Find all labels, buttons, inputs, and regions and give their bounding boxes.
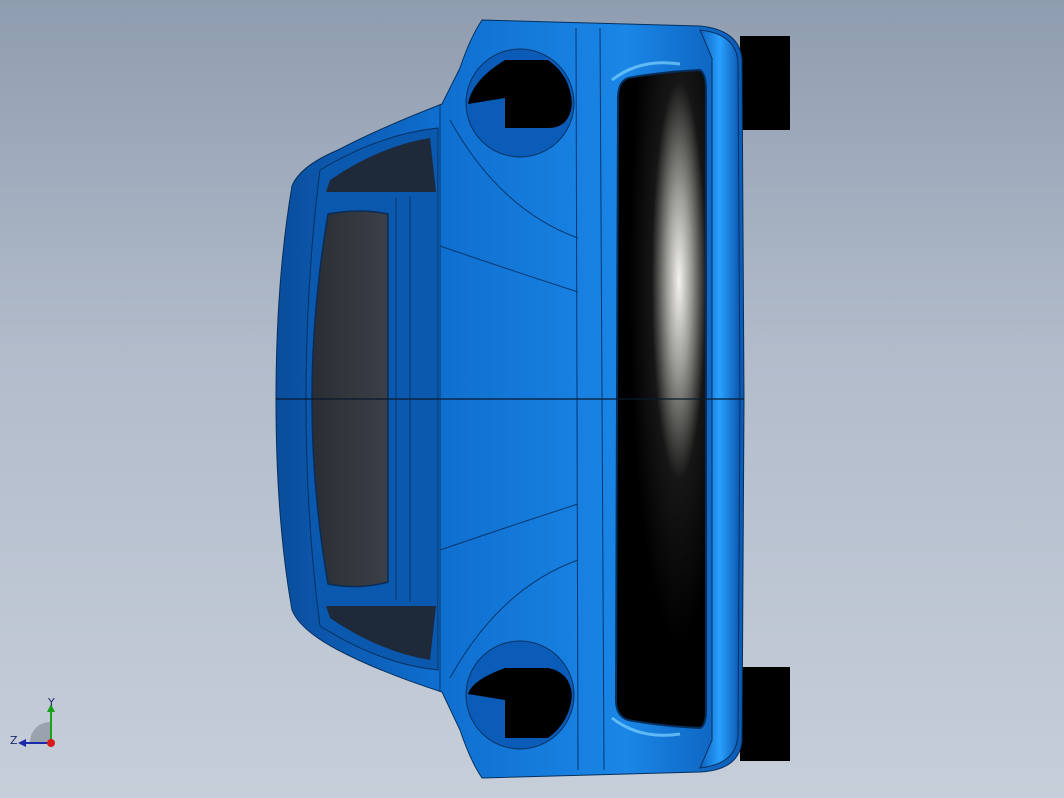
upper-wheel-block <box>740 36 790 130</box>
axis-triad-icon <box>18 704 55 747</box>
z-axis-label: Z <box>10 734 18 747</box>
car-body-model[interactable] <box>0 0 1064 798</box>
graphics-viewport[interactable] <box>0 0 1064 798</box>
x-axis-icon <box>47 739 55 747</box>
y-axis-label: Y <box>48 696 55 709</box>
lower-wheel-block <box>740 667 790 761</box>
axis-triad: Y Z <box>8 696 64 756</box>
